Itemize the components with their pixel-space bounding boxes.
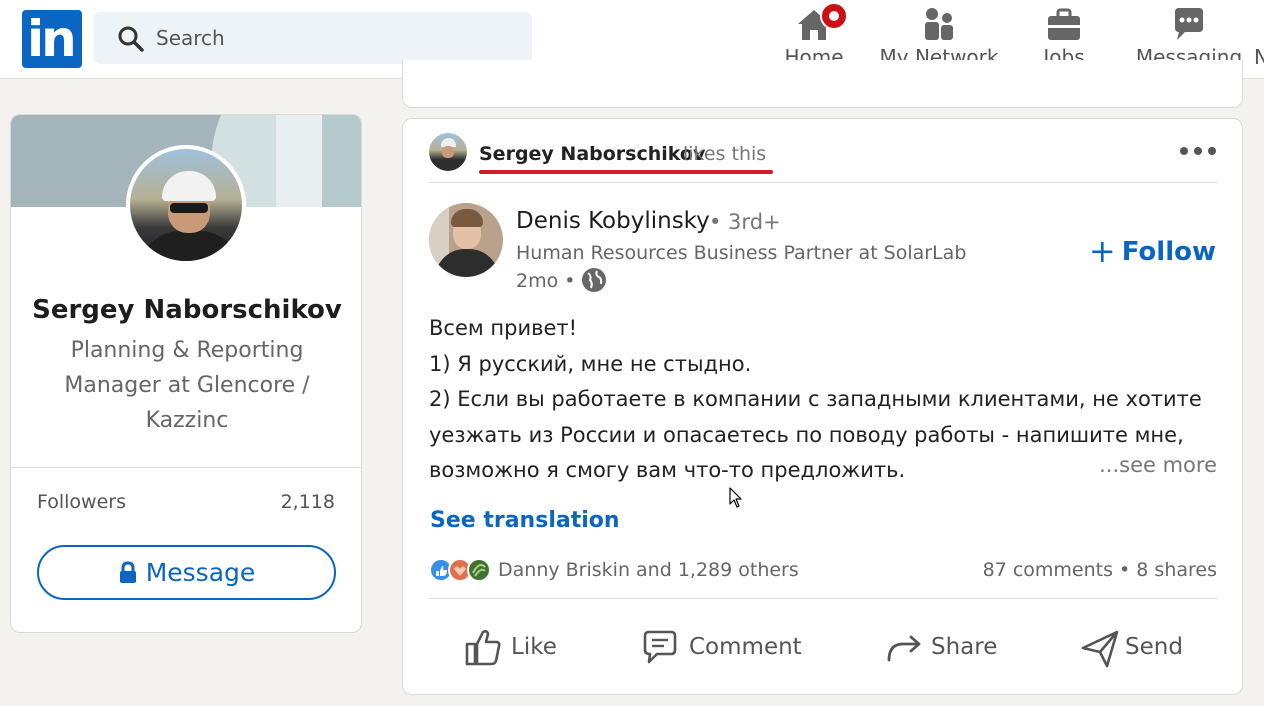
network-icon <box>925 8 953 40</box>
message-button[interactable]: Message <box>37 545 336 600</box>
messaging-icon <box>1175 8 1203 40</box>
followers-count: 2,118 <box>280 491 335 513</box>
share-icon <box>887 635 921 662</box>
liker-avatar[interactable] <box>429 133 467 171</box>
post-text-line: 2) Если вы работаете в компании с западн… <box>429 387 1202 411</box>
search-bar[interactable]: Search <box>94 12 532 64</box>
send-label: Send <box>1125 634 1183 660</box>
follow-button[interactable]: + Follow <box>1089 232 1216 270</box>
search-icon <box>118 26 144 52</box>
globe-icon <box>582 268 606 292</box>
liker-action-text: likes this <box>683 143 767 165</box>
notification-badge <box>820 2 849 30</box>
feed-post: Sergey Naborschikov likes this Denis Kob… <box>402 118 1243 695</box>
comment-label: Comment <box>689 634 802 660</box>
post-text-line: 1) Я русский, мне не стыдно. <box>429 351 752 376</box>
send-button[interactable]: Send <box>1081 624 1201 670</box>
mouse-cursor-icon <box>729 487 742 508</box>
connection-degree: • 3rd+ <box>709 210 781 234</box>
profile-card: Sergey Naborschikov Planning & Reporting… <box>10 114 362 633</box>
reactors-text[interactable]: Danny Briskin and 1,289 others <box>498 559 799 581</box>
followers-label: Followers <box>37 491 126 513</box>
briefcase-icon <box>1048 8 1080 40</box>
liker-name[interactable]: Sergey Naborschikov <box>479 143 705 165</box>
like-icon <box>465 630 501 666</box>
post-text-line: уезжать из России и опасаетесь по поводу… <box>429 422 1184 447</box>
divider <box>11 467 361 468</box>
author-name[interactable]: Denis Kobylinsky <box>516 208 710 234</box>
search-input[interactable]: Search <box>156 26 225 50</box>
profile-avatar[interactable] <box>126 145 246 265</box>
plus-icon: + <box>1088 232 1116 270</box>
highlight-underline <box>479 170 773 174</box>
like-button[interactable]: Like <box>463 624 563 670</box>
previous-post-card <box>402 60 1243 108</box>
send-icon <box>1081 630 1119 668</box>
profile-name[interactable]: Sergey Naborschikov <box>11 295 361 325</box>
follow-button-label: Follow <box>1121 237 1216 267</box>
profile-headline: Planning & Reporting Manager at Glencore… <box>64 338 310 433</box>
divider <box>429 598 1218 599</box>
author-avatar[interactable] <box>429 203 503 277</box>
post-text-line: Всем привет! <box>429 316 578 340</box>
like-label: Like <box>511 634 557 660</box>
nav-notifications-partial[interactable]: N <box>1254 0 1264 79</box>
share-label: Share <box>931 634 998 660</box>
lock-icon <box>119 561 136 583</box>
author-headline: Human Resources Business Partner at Sola… <box>516 242 967 264</box>
post-stats[interactable]: 87 comments • 8 shares <box>983 559 1217 581</box>
see-more-link[interactable]: ...see more <box>1099 453 1217 477</box>
nav-notifications-label: N <box>1254 45 1264 69</box>
comment-button[interactable]: Comment <box>639 624 809 670</box>
more-options-icon[interactable] <box>1178 141 1218 161</box>
comment-icon <box>643 630 677 664</box>
reaction-icons[interactable] <box>429 557 493 583</box>
share-button[interactable]: Share <box>885 624 1005 670</box>
message-button-label: Message <box>145 558 256 587</box>
see-translation-link[interactable]: See translation <box>430 508 620 533</box>
linkedin-logo[interactable]: in <box>22 10 82 68</box>
post-time: 2mo • <box>516 270 576 292</box>
divider <box>429 182 1218 183</box>
